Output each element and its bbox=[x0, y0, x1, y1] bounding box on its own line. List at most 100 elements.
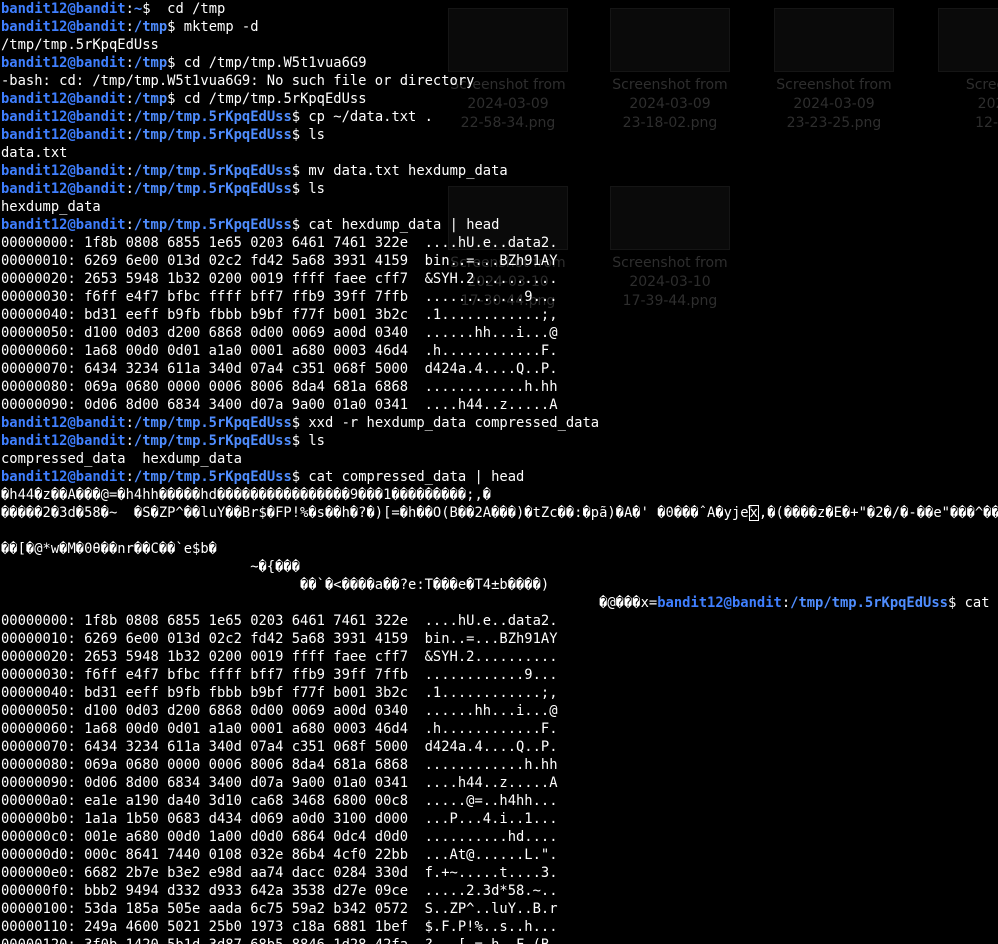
prompt-symbol: $ bbox=[291, 433, 309, 449]
output-text: 000000d0: 000c 8641 7440 0108 032e 86b4 … bbox=[1, 847, 558, 863]
output-line: 00000080: 069a 0680 0000 0006 8006 8da4 … bbox=[1, 378, 998, 396]
command-line: bandit12@bandit:/tmp/tmp.5rKpqEdUss$ cat… bbox=[1, 468, 998, 486]
prompt-directory: /tmp/tmp.5rKpqEdUss bbox=[133, 181, 292, 197]
output-text: 00000120: 3f0b 1420 5b1d 3d87 68b5 8846 … bbox=[1, 937, 558, 944]
prompt-separator: : bbox=[125, 469, 134, 485]
command-text: cat compressed_data | head bbox=[308, 469, 525, 485]
output-line: data.txt bbox=[1, 144, 998, 162]
output-text: 00000050: d100 0d03 d200 6868 0d00 0069 … bbox=[1, 325, 558, 341]
prompt-symbol: $ bbox=[167, 55, 184, 71]
output-text: 00000090: 0d06 8d00 6834 3400 d07a 9a00 … bbox=[1, 397, 558, 413]
prompt-user: bandit12@bandit bbox=[1, 1, 126, 17]
output-text: 00000100: 53da 185a 505e aada 6c75 59a2 … bbox=[1, 901, 558, 917]
command-text: ls bbox=[308, 433, 325, 449]
prompt-user: bandit12@bandit bbox=[657, 595, 782, 611]
output-line: ~�{��� bbox=[1, 558, 998, 576]
output-text: -bash: cd: /tmp/tmp.W5t1vua6G9: No such … bbox=[1, 73, 475, 89]
prompt-separator: : bbox=[125, 163, 134, 179]
output-line: hexdump_data bbox=[1, 198, 998, 216]
prompt-user: bandit12@bandit bbox=[1, 109, 126, 125]
output-text: 00000040: bd31 eeff b9fb fbbb b9bf f77f … bbox=[1, 685, 558, 701]
command-line: bandit12@bandit:/tmp$ cd /tmp/tmp.W5t1vu… bbox=[1, 54, 998, 72]
output-line: 00000060: 1a68 00d0 0d01 a1a0 0001 a680 … bbox=[1, 720, 998, 738]
terminal-output: bandit12@bandit:~$ cd /tmp bandit12@bandi… bbox=[1, 0, 998, 944]
prompt-directory: /tmp/tmp.5rKpqEdUss bbox=[133, 127, 292, 143]
command-line: bandit12@bandit:~$ cd /tmp bbox=[1, 0, 998, 18]
terminal-window[interactable]: Screenshot from 2024-03-09 22-58-34.png Scr… bbox=[0, 0, 998, 944]
binary-output: ~�{��� bbox=[1, 559, 301, 575]
output-line: 00000070: 6434 3234 611a 340d 07a4 c351 … bbox=[1, 738, 998, 756]
command-text: cp ~/data.txt . bbox=[308, 109, 433, 125]
command-line: bandit12@bandit:/tmp$ mktemp -d bbox=[1, 18, 998, 36]
prompt-separator: : bbox=[125, 1, 134, 17]
command-line: bandit12@bandit:/tmp/tmp.5rKpqEdUss$ cp … bbox=[1, 108, 998, 126]
command-text: cat hexdump_data bbox=[964, 595, 998, 611]
prompt-directory: /tmp/tmp.5rKpqEdUss bbox=[133, 415, 292, 431]
command-text: mv data.txt hexdump_data bbox=[308, 163, 508, 179]
output-text: 000000a0: ea1e a190 da40 3d10 ca68 3468 … bbox=[1, 793, 558, 809]
command-line: �@���x=bandit12@bandit:/tmp/tmp.5rKpqEdU… bbox=[1, 594, 998, 612]
prompt-user: bandit12@bandit bbox=[1, 433, 126, 449]
command-text: mktemp -d bbox=[183, 19, 259, 35]
prompt-user: bandit12@bandit bbox=[1, 127, 126, 143]
prompt-user: bandit12@bandit bbox=[1, 55, 126, 71]
output-text: 00000030: f6ff e4f7 bfbc ffff bff7 ffb9 … bbox=[1, 289, 558, 305]
output-line: 00000030: f6ff e4f7 bfbc ffff bff7 ffb9 … bbox=[1, 288, 998, 306]
prompt-user: bandit12@bandit bbox=[1, 163, 126, 179]
output-text: 00000000: 1f8b 0808 6855 1e65 0203 6461 … bbox=[1, 613, 558, 629]
output-text: 00000020: 2653 5948 1b32 0200 0019 ffff … bbox=[1, 649, 558, 665]
command-text: cd /tmp/tmp.W5t1vua6G9 bbox=[183, 55, 367, 71]
output-line: 00000000: 1f8b 0808 6855 1e65 0203 6461 … bbox=[1, 234, 998, 252]
command-text: ls bbox=[308, 181, 325, 197]
prompt-directory: /tmp bbox=[133, 91, 168, 107]
command-text: cat hexdump_data | head bbox=[308, 217, 500, 233]
prompt-directory: ~ bbox=[133, 1, 143, 17]
command-line: bandit12@bandit:/tmp/tmp.5rKpqEdUss$ ls bbox=[1, 432, 998, 450]
output-text: 00000020: 2653 5948 1b32 0200 0019 ffff … bbox=[1, 271, 558, 287]
output-line: 000000e0: 6682 2b7e b3e2 e98d aa74 dacc … bbox=[1, 864, 998, 882]
command-text: ls bbox=[308, 127, 325, 143]
command-text: cd /tmp/tmp.5rKpqEdUss bbox=[183, 91, 367, 107]
output-line: 00000050: d100 0d03 d200 6868 0d00 0069 … bbox=[1, 702, 998, 720]
prompt-user: bandit12@bandit bbox=[1, 415, 126, 431]
output-text: /tmp/tmp.5rKpqEdUss bbox=[1, 37, 159, 53]
prompt-user: bandit12@bandit bbox=[1, 469, 126, 485]
prompt-separator: : bbox=[125, 91, 134, 107]
prompt-user: bandit12@bandit bbox=[1, 19, 126, 35]
command-line: bandit12@bandit:/tmp/tmp.5rKpqEdUss$ ls bbox=[1, 180, 998, 198]
prompt-directory: /tmp/tmp.5rKpqEdUss bbox=[133, 163, 292, 179]
binary-output: �h44�z��A���@=�h4hh�����hd��������������… bbox=[1, 487, 492, 503]
prompt-symbol: $ bbox=[947, 595, 965, 611]
prompt-separator: : bbox=[125, 127, 134, 143]
prompt-directory: /tmp bbox=[133, 55, 168, 71]
output-text: 00000010: 6269 6e00 013d 02c2 fd42 5a68 … bbox=[1, 253, 558, 269]
prompt-user: bandit12@bandit bbox=[1, 181, 126, 197]
prompt-symbol: $ bbox=[291, 469, 309, 485]
output-line: -bash: cd: /tmp/tmp.W5t1vua6G9: No such … bbox=[1, 72, 998, 90]
output-line: 00000090: 0d06 8d00 6834 3400 d07a 9a00 … bbox=[1, 396, 998, 414]
prompt-directory: /tmp/tmp.5rKpqEdUss bbox=[133, 469, 292, 485]
output-text: 00000090: 0d06 8d00 6834 3400 d07a 9a00 … bbox=[1, 775, 558, 791]
output-text: 00000070: 6434 3234 611a 340d 07a4 c351 … bbox=[1, 361, 558, 377]
output-line: 00000020: 2653 5948 1b32 0200 0019 ffff … bbox=[1, 270, 998, 288]
output-line: 00000010: 6269 6e00 013d 02c2 fd42 5a68 … bbox=[1, 252, 998, 270]
output-line: 00000020: 2653 5948 1b32 0200 0019 ffff … bbox=[1, 648, 998, 666]
binary-output: ��`�<����a��?e:T���e�T4±b����) bbox=[1, 577, 550, 593]
prompt-symbol: $ bbox=[291, 127, 309, 143]
binary-output: ,�(����z�E�+"�2�/�-��e"���^����t bbox=[758, 505, 998, 521]
output-text: 00000080: 069a 0680 0000 0006 8006 8da4 … bbox=[1, 757, 558, 773]
output-line: 00000010: 6269 6e00 013d 02c2 fd42 5a68 … bbox=[1, 630, 998, 648]
output-text: 00000070: 6434 3234 611a 340d 07a4 c351 … bbox=[1, 739, 558, 755]
output-line: 00000070: 6434 3234 611a 340d 07a4 c351 … bbox=[1, 360, 998, 378]
prompt-symbol: $ bbox=[291, 217, 309, 233]
output-text: data.txt bbox=[1, 145, 68, 161]
output-line: 00000060: 1a68 00d0 0d01 a1a0 0001 a680 … bbox=[1, 342, 998, 360]
prompt-separator: : bbox=[125, 217, 134, 233]
output-line: /tmp/tmp.5rKpqEdUss bbox=[1, 36, 998, 54]
output-line: 00000030: f6ff e4f7 bfbc ffff bff7 ffb9 … bbox=[1, 666, 998, 684]
output-line: 00000090: 0d06 8d00 6834 3400 d07a 9a00 … bbox=[1, 774, 998, 792]
output-line: 00000110: 249a 4600 5021 25b0 1973 c18a … bbox=[1, 918, 998, 936]
output-line: 00000100: 53da 185a 505e aada 6c75 59a2 … bbox=[1, 900, 998, 918]
prompt-user: bandit12@bandit bbox=[1, 91, 126, 107]
prompt-user: bandit12@bandit bbox=[1, 217, 126, 233]
